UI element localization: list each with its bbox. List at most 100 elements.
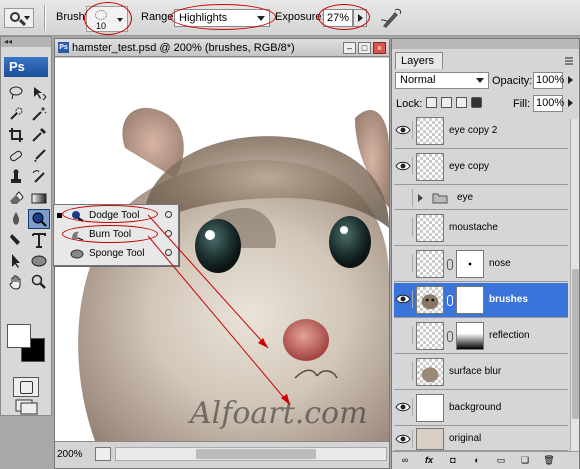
quick-mask-button[interactable] [13, 377, 39, 397]
fill-input[interactable]: 100% [533, 95, 564, 112]
lock-pixels-icon[interactable] [441, 97, 452, 108]
eye-icon [395, 402, 411, 412]
layer-mask-thumbnail[interactable] [456, 250, 484, 278]
link-icon[interactable] [447, 259, 453, 270]
layer-row-eye-copy-2[interactable]: eye copy 2 [394, 114, 568, 149]
visibility-toggle[interactable] [395, 290, 413, 308]
fill-slider-button[interactable] [565, 95, 575, 112]
blend-mode-select[interactable]: Normal [395, 72, 489, 89]
visibility-toggle[interactable] [395, 121, 413, 139]
zoom-tool[interactable] [28, 272, 50, 292]
panel-grip[interactable]: ◂◂ [1, 37, 51, 47]
layer-row-background[interactable]: background [394, 391, 568, 426]
chevron-down-icon [117, 18, 123, 22]
visibility-toggle[interactable] [395, 326, 413, 344]
layer-name: brushes [489, 294, 528, 305]
eyedropper-tool[interactable] [28, 125, 50, 145]
brush-picker[interactable]: 10 [86, 6, 128, 32]
visibility-toggle[interactable] [395, 430, 413, 448]
tool-preset-picker[interactable] [4, 8, 34, 28]
visibility-toggle[interactable] [395, 398, 413, 416]
gradient-tool[interactable] [28, 188, 50, 208]
delete-layer-button[interactable]: 🗑 [542, 454, 556, 467]
layer-name: eye copy [449, 161, 490, 172]
fx-button[interactable]: fx [422, 454, 436, 467]
expand-triangle-icon[interactable] [418, 194, 423, 202]
lasso-tool[interactable] [5, 83, 27, 103]
exposure-slider-button[interactable] [353, 9, 367, 27]
hand-tool[interactable] [5, 272, 27, 292]
brush-tool[interactable] [28, 146, 50, 166]
blur-tool[interactable] [5, 209, 27, 229]
exposure-input[interactable]: 27% [323, 9, 353, 27]
layer-row-brushes[interactable]: brushes [394, 283, 568, 318]
link-layers-button[interactable]: ∞ [398, 454, 412, 467]
tab-layers[interactable]: Layers [395, 52, 443, 69]
layer-row-nose[interactable]: nose [394, 247, 568, 282]
clone-stamp-tool[interactable] [5, 167, 27, 187]
lock-position-icon[interactable] [456, 97, 467, 108]
layer-row-original[interactable]: original [394, 427, 568, 451]
layer-row-reflection[interactable]: reflection [394, 319, 568, 354]
panel-grip[interactable] [392, 39, 579, 49]
foreground-color-swatch[interactable] [7, 324, 31, 348]
maximize-button[interactable]: □ [358, 42, 371, 54]
new-group-button[interactable]: ▭ [494, 454, 508, 467]
adjustment-layer-button[interactable]: ◐ [470, 454, 484, 467]
hamster-thumbnail [421, 294, 439, 310]
layer-mask-thumbnail[interactable] [456, 286, 484, 314]
brush-size: 10 [95, 21, 106, 31]
lock-all-icon[interactable] [471, 97, 482, 108]
layer-thumbnail [416, 322, 444, 350]
layer-row-eye-group[interactable]: eye [394, 186, 568, 210]
flyout-item-dodge[interactable]: Dodge Tool [54, 207, 178, 225]
visibility-toggle[interactable] [395, 254, 413, 272]
dodge-tool[interactable] [28, 209, 50, 229]
flyout-item-sponge[interactable]: Sponge Tool [54, 245, 178, 263]
airbrush-button[interactable] [378, 6, 404, 30]
scrollbar-thumb[interactable] [572, 269, 579, 419]
layer-row-surface-blur[interactable]: surface blur [394, 355, 568, 390]
new-layer-button[interactable]: ❏ [518, 454, 532, 467]
visibility-toggle[interactable] [395, 218, 413, 236]
lock-transparency-icon[interactable] [426, 97, 437, 108]
scrollbar-thumb[interactable] [196, 449, 316, 459]
visibility-toggle[interactable] [395, 157, 413, 175]
quick-selection-tool[interactable] [5, 104, 27, 124]
layer-row-eye-copy[interactable]: eye copy [394, 150, 568, 185]
magic-wand-tool[interactable] [28, 104, 50, 124]
link-icon[interactable] [447, 331, 453, 342]
opacity-slider-button[interactable] [565, 72, 575, 89]
flyout-item-label: Sponge Tool [89, 248, 145, 259]
eraser-tool[interactable] [5, 188, 27, 208]
color-swatches[interactable] [7, 324, 47, 364]
opacity-input[interactable]: 100% [533, 72, 564, 89]
close-button[interactable]: × [373, 42, 386, 54]
healing-brush-tool[interactable] [5, 146, 27, 166]
layers-scrollbar[interactable] [570, 119, 579, 464]
minimize-button[interactable]: – [343, 42, 356, 54]
shape-tool[interactable] [28, 251, 50, 271]
panel-menu-button[interactable] [563, 54, 575, 66]
link-icon[interactable] [447, 295, 453, 306]
layer-thumbnail [416, 214, 444, 242]
path-selection-tool[interactable] [5, 251, 27, 271]
add-mask-button[interactable]: ◘ [446, 454, 460, 467]
visibility-toggle[interactable] [395, 189, 413, 207]
layer-thumbnail [416, 250, 444, 278]
visibility-toggle[interactable] [395, 362, 413, 380]
zoom-level[interactable]: 200% [57, 447, 87, 463]
history-brush-tool[interactable] [28, 167, 50, 187]
move-tool[interactable] [28, 83, 50, 103]
crop-tool[interactable] [5, 125, 27, 145]
status-menu-button[interactable] [95, 447, 111, 461]
document-titlebar[interactable]: Ps hamster_test.psd @ 200% (brushes, RGB… [55, 39, 389, 57]
screen-mode-button[interactable] [15, 399, 39, 415]
type-tool[interactable] [28, 230, 50, 250]
pen-tool[interactable] [5, 230, 27, 250]
flyout-item-burn[interactable]: Burn Tool [54, 226, 178, 244]
horizontal-scrollbar[interactable] [115, 447, 387, 461]
layer-row-moustache[interactable]: moustache [394, 211, 568, 246]
range-select[interactable]: Highlights [174, 9, 270, 27]
layer-mask-thumbnail[interactable] [456, 322, 484, 350]
